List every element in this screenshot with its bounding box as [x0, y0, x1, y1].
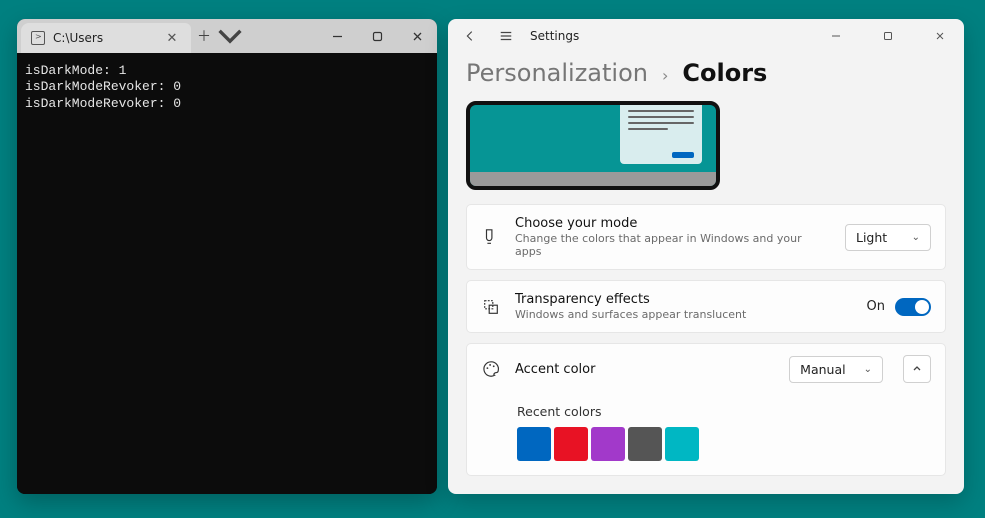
breadcrumb: Personalization › Colors	[448, 53, 964, 101]
chevron-right-icon: ›	[662, 66, 668, 85]
maximize-button[interactable]	[868, 22, 908, 50]
preview-window-icon	[620, 101, 702, 164]
mode-subtitle: Change the colors that appear in Windows…	[515, 232, 831, 258]
transparency-toggle[interactable]	[895, 298, 931, 316]
terminal-body[interactable]: isDarkMode: 1 isDarkModeRevoker: 0 isDar…	[17, 53, 437, 494]
accent-select[interactable]: Manual ⌄	[789, 356, 883, 383]
app-title: Settings	[530, 29, 579, 43]
nav-menu-button[interactable]	[494, 24, 518, 48]
accent-title: Accent color	[515, 362, 775, 377]
mode-select[interactable]: Light ⌄	[845, 224, 931, 251]
transparency-title: Transparency effects	[515, 292, 853, 307]
accent-expand-button[interactable]	[903, 355, 931, 383]
recent-colors-swatches	[517, 427, 931, 461]
accent-card: Accent color Manual ⌄ Recent colors	[466, 343, 946, 476]
color-swatch[interactable]	[517, 427, 551, 461]
terminal-titlebar: C:\Users ✕ ＋	[17, 19, 437, 53]
minimize-button[interactable]	[816, 22, 856, 50]
recent-colors-label: Recent colors	[517, 404, 931, 419]
mode-card: Choose your mode Change the colors that …	[466, 204, 946, 270]
terminal-window: C:\Users ✕ ＋ isDarkMode: 1 isDarkModeRev…	[17, 19, 437, 494]
transparency-state-label: On	[867, 299, 885, 314]
color-swatch[interactable]	[628, 427, 662, 461]
back-button[interactable]	[458, 24, 482, 48]
minimize-button[interactable]	[317, 19, 357, 53]
accent-value: Manual	[800, 362, 845, 377]
chevron-down-icon: ⌄	[912, 232, 920, 243]
breadcrumb-current: Colors	[682, 59, 767, 87]
mode-value: Light	[856, 230, 887, 245]
theme-preview	[466, 101, 720, 190]
terminal-line: isDarkMode: 1	[25, 63, 126, 78]
settings-content: Choose your mode Change the colors that …	[448, 101, 964, 494]
color-swatch[interactable]	[554, 427, 588, 461]
new-tab-button[interactable]: ＋	[191, 19, 217, 53]
transparency-card: Transparency effects Windows and surface…	[466, 280, 946, 333]
terminal-tab[interactable]: C:\Users ✕	[21, 23, 191, 53]
terminal-tab-title: C:\Users	[53, 31, 103, 45]
tab-dropdown-button[interactable]	[217, 19, 243, 53]
terminal-line: isDarkModeRevoker: 0	[25, 96, 181, 111]
close-window-button[interactable]	[397, 19, 437, 53]
settings-titlebar: Settings	[448, 19, 964, 53]
brush-icon	[481, 227, 501, 247]
mode-title: Choose your mode	[515, 216, 831, 231]
breadcrumb-parent[interactable]: Personalization	[466, 59, 648, 87]
palette-icon	[481, 359, 501, 379]
close-tab-icon[interactable]: ✕	[163, 31, 181, 46]
close-window-button[interactable]	[920, 22, 960, 50]
terminal-icon	[31, 31, 45, 45]
recent-colors-section: Recent colors	[467, 394, 945, 475]
color-swatch[interactable]	[665, 427, 699, 461]
color-swatch[interactable]	[591, 427, 625, 461]
chevron-down-icon: ⌄	[864, 364, 872, 375]
transparency-icon	[481, 297, 501, 317]
settings-window: Settings Personalization › Colors	[448, 19, 964, 494]
transparency-subtitle: Windows and surfaces appear translucent	[515, 308, 853, 321]
maximize-button[interactable]	[357, 19, 397, 53]
terminal-line: isDarkModeRevoker: 0	[25, 79, 181, 94]
preview-taskbar	[470, 172, 716, 186]
